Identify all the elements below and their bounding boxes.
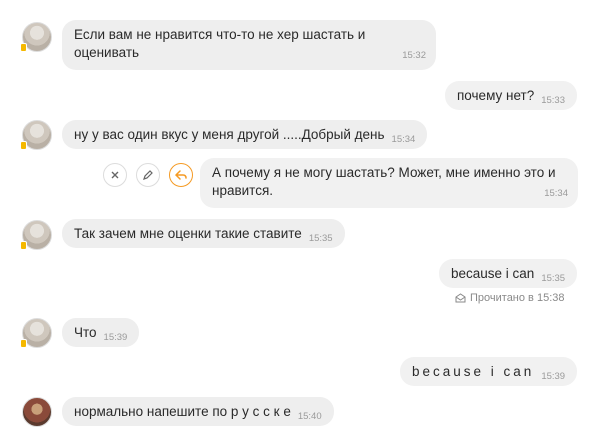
- pencil-icon: [143, 170, 153, 180]
- message-time: 15:40: [297, 411, 322, 422]
- envelope-open-icon: [455, 293, 466, 303]
- message-text: because i can: [451, 266, 535, 281]
- message-time: 15:39: [103, 332, 128, 343]
- incoming-message[interactable]: нормально напешите по р у с с к е 15:40: [62, 397, 334, 426]
- message-time: 15:32: [402, 50, 426, 61]
- message-time: 15:35: [541, 273, 566, 284]
- message-time: 15:35: [308, 233, 333, 244]
- reply-icon: [174, 170, 187, 180]
- message-text: нормально напешите по р у с с к е: [74, 404, 291, 419]
- message-text: оценивать: [74, 45, 140, 60]
- message-text: because i can: [412, 364, 535, 379]
- read-status-text: Прочитано в 15:38: [470, 292, 565, 304]
- incoming-message[interactable]: Так зачем мне оценки такие ставите 15:35: [62, 219, 345, 248]
- read-status: Прочитано в 15:38: [455, 292, 564, 304]
- outgoing-message[interactable]: почему нет? 15:33: [445, 81, 577, 110]
- message-text: ну у вас один вкус у меня другой .....До…: [74, 127, 385, 142]
- online-indicator-icon: [20, 141, 27, 150]
- message-time: 15:39: [541, 371, 566, 382]
- message-text: почему нет?: [457, 88, 535, 103]
- reply-button[interactable]: [169, 163, 193, 187]
- cancel-button[interactable]: [103, 163, 127, 187]
- message-text: А почему я не могу шастать? Может, мне и…: [212, 165, 556, 180]
- message-text: Если вам не нравится что-то не хер шаста…: [74, 27, 366, 42]
- outgoing-message[interactable]: because i can 15:39: [400, 357, 578, 386]
- online-indicator-icon: [20, 241, 27, 250]
- avatar[interactable]: [22, 397, 52, 427]
- incoming-message[interactable]: ну у вас один вкус у меня другой .....До…: [62, 120, 428, 149]
- outgoing-message[interactable]: because i can 15:35: [439, 259, 578, 288]
- message-time: 15:34: [544, 188, 568, 199]
- online-indicator-icon: [20, 339, 27, 348]
- outgoing-message[interactable]: А почему я не могу шастать? Может, мне и…: [200, 158, 578, 208]
- message-text: нравится.: [212, 183, 274, 198]
- close-icon: [111, 171, 119, 179]
- edit-button[interactable]: [136, 163, 160, 187]
- incoming-message[interactable]: Если вам не нравится что-то не хер шаста…: [62, 20, 436, 70]
- incoming-message[interactable]: Что 15:39: [62, 318, 140, 347]
- online-indicator-icon: [20, 43, 27, 52]
- message-row: Если вам не нравится что-то не хер шаста…: [0, 0, 600, 70]
- message-time: 15:34: [391, 134, 416, 145]
- message-text: Так зачем мне оценки такие ставите: [74, 226, 302, 241]
- message-time: 15:33: [541, 95, 565, 106]
- message-text: Что: [74, 325, 97, 340]
